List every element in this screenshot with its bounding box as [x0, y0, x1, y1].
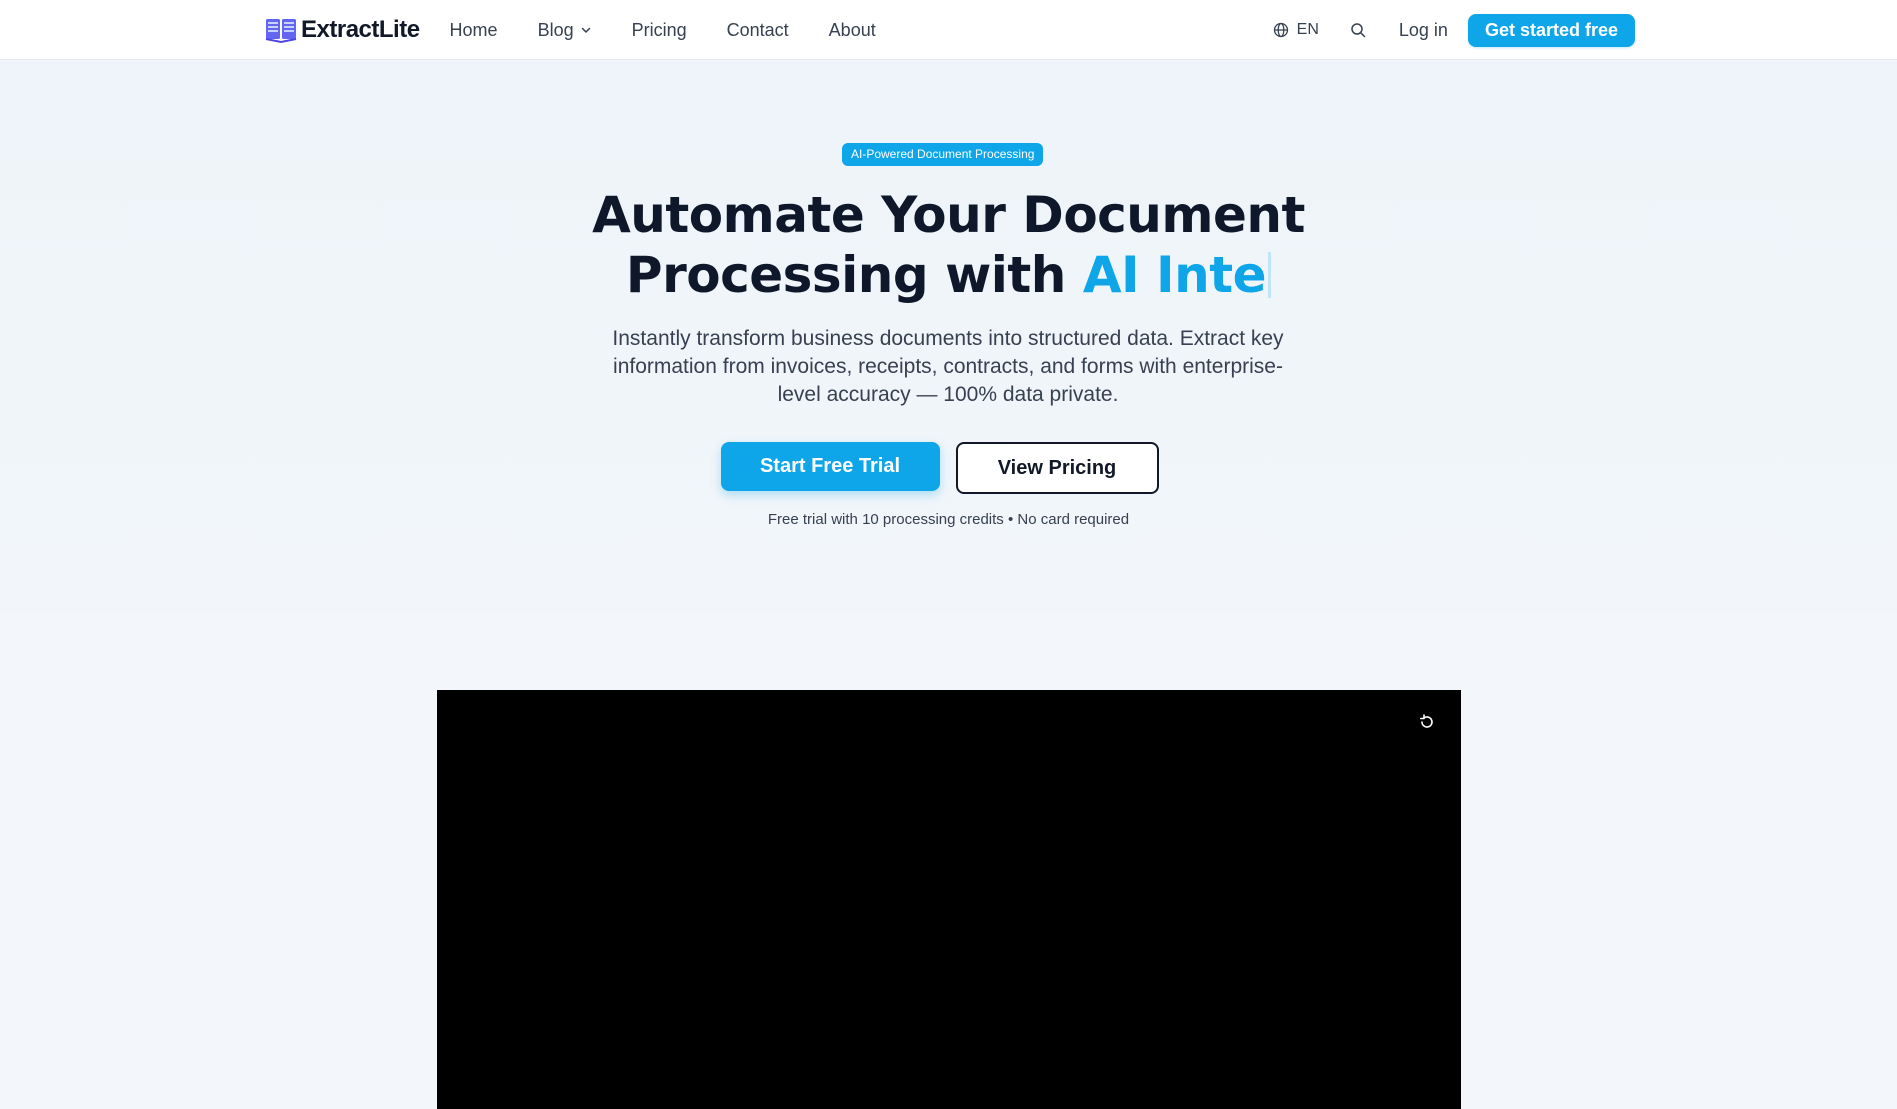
- nav-link-pricing-label: Pricing: [631, 19, 687, 40]
- typing-caret: [1268, 252, 1272, 298]
- demo-video-player[interactable]: [437, 690, 1461, 1109]
- hero-cta-group: Start Free Trial View Pricing: [0, 442, 1897, 494]
- nav-link-blog-label: Blog: [537, 19, 574, 40]
- book-logo-icon: [265, 19, 297, 44]
- headline-typed-text: AI Inte: [1082, 246, 1267, 304]
- nav-link-contact[interactable]: Contact: [727, 20, 789, 41]
- hero-badge: AI-Powered Document Processing: [842, 143, 1044, 166]
- globe-icon: [1273, 22, 1288, 38]
- chevron-down-icon: [581, 27, 590, 33]
- primary-nav: Home Blog Pricing Contact About: [450, 20, 876, 41]
- language-selector[interactable]: EN: [1273, 21, 1319, 39]
- navbar-inner: ExtractLite Home Blog Pricing Contact Ab…: [265, 0, 1635, 60]
- brand-name: ExtractLite: [301, 16, 420, 43]
- nav-link-about[interactable]: About: [829, 20, 876, 41]
- hero-section: AI-Powered Document Processing Automate …: [0, 61, 1897, 611]
- replay-icon: [1420, 714, 1433, 728]
- nav-link-home-label: Home: [449, 19, 498, 40]
- get-started-button[interactable]: Get started free: [1467, 13, 1635, 47]
- nav-link-about-label: About: [828, 19, 876, 40]
- search-icon: [1351, 23, 1366, 38]
- headline-line-1: Automate Your Document: [592, 186, 1305, 244]
- start-free-trial-button[interactable]: Start Free Trial: [720, 442, 940, 491]
- nav-right-group: EN Log in Get started free: [1273, 13, 1635, 47]
- view-pricing-button[interactable]: View Pricing: [955, 442, 1159, 494]
- language-code: EN: [1296, 21, 1319, 38]
- hero-headline: Automate Your Document Processing with A…: [0, 185, 1897, 305]
- trial-note: Free trial with 10 processing credits • …: [767, 511, 1130, 528]
- search-button[interactable]: [1347, 19, 1369, 41]
- hero-subhead: Instantly transform business documents i…: [612, 327, 1284, 406]
- brand-logo[interactable]: ExtractLite: [265, 16, 420, 44]
- replay-button[interactable]: [1417, 712, 1437, 732]
- nav-link-home[interactable]: Home: [450, 20, 498, 41]
- nav-link-pricing[interactable]: Pricing: [632, 20, 687, 41]
- login-link[interactable]: Log in: [1399, 20, 1448, 41]
- nav-link-blog[interactable]: Blog: [538, 20, 592, 41]
- headline-line-2-prefix: Processing with: [625, 246, 1067, 304]
- top-navbar: ExtractLite Home Blog Pricing Contact Ab…: [0, 0, 1897, 60]
- nav-link-contact-label: Contact: [726, 19, 789, 40]
